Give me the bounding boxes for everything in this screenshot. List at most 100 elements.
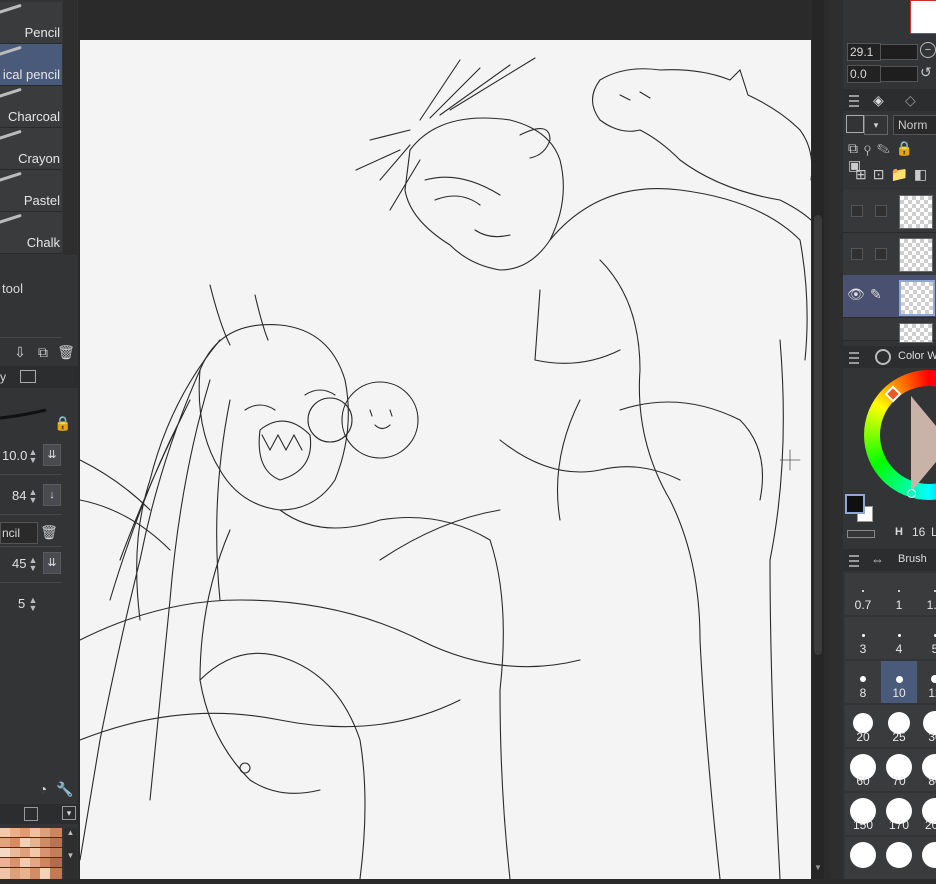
brush-size-cell[interactable] <box>845 837 881 879</box>
duplicate-icon[interactable]: ⧉ <box>34 343 52 361</box>
brush-size-cell[interactable]: 60 <box>845 749 881 791</box>
tool-property-tab[interactable]: y <box>0 370 6 384</box>
pen-icon[interactable]: ✎ <box>870 286 882 303</box>
navigator-preview[interactable] <box>910 0 936 34</box>
brush-item[interactable]: Crayon <box>0 128 62 170</box>
brush-size-cell[interactable] <box>881 837 917 879</box>
brush-size-cell[interactable]: 1 <box>881 573 917 615</box>
color-set-scrollbar[interactable]: ▲ ▼ <box>64 828 77 879</box>
brush-tip-field[interactable]: ncil <box>0 522 38 544</box>
brush-size-dot <box>850 842 876 868</box>
density-value[interactable]: 45 <box>12 556 26 571</box>
opacity-spinner[interactable]: ▲▼ <box>28 488 38 504</box>
new-folder-icon[interactable]: 📁 <box>890 166 913 182</box>
brush-size-value[interactable]: 10.0 <box>2 448 27 463</box>
draft-icon[interactable]: ✎ <box>877 140 896 156</box>
delete-icon[interactable]: 🗑 <box>57 343 75 361</box>
new-vector-layer-icon[interactable]: ⊡ <box>873 166 891 182</box>
layer-mode-dropdown-icon[interactable]: ▾ <box>864 115 888 135</box>
rotation-field[interactable]: 0.0 <box>847 65 881 83</box>
brush-size-cell[interactable] <box>917 837 936 879</box>
brush-size-cell[interactable]: 3 <box>845 617 881 659</box>
visibility-toggle[interactable] <box>851 205 863 217</box>
transparent-swatch[interactable] <box>847 530 875 538</box>
brush-size-cell[interactable]: 25 <box>881 705 917 747</box>
brush-size-cell[interactable]: 0.7 <box>845 573 881 615</box>
rotation-slider[interactable] <box>880 66 918 82</box>
brush-size-cell[interactable]: 5 <box>917 617 936 659</box>
panel-menu-icon[interactable] <box>849 95 859 107</box>
canvas-scroll-thumb[interactable] <box>814 215 822 655</box>
brush-size-cell[interactable]: 1.5 <box>917 573 936 615</box>
brush-size-cell[interactable]: 12 <box>917 661 936 703</box>
opacity-value[interactable]: 84 <box>12 488 26 503</box>
zoom-slider[interactable] <box>880 44 918 60</box>
zoom-out-icon[interactable]: − <box>920 42 936 58</box>
panel-menu-icon[interactable] <box>849 352 859 364</box>
brush-item[interactable]: Pencil <box>0 2 62 44</box>
zoom-field[interactable]: 29.1 <box>847 43 881 61</box>
color-set-tab-icon[interactable] <box>24 807 38 821</box>
panel-splitter[interactable] <box>830 0 843 879</box>
brush-list-scrollbar[interactable] <box>63 0 77 255</box>
layers-tab-icon[interactable]: ◈ <box>873 92 884 109</box>
chevron-down-icon[interactable]: ▾ <box>62 806 76 820</box>
brush-size-cell[interactable]: 8 <box>845 661 881 703</box>
timer-icon[interactable]: ◔ <box>34 780 52 798</box>
layer-row[interactable] <box>843 190 936 233</box>
wrench-icon[interactable]: 🔧 <box>56 780 74 798</box>
new-raster-layer-icon[interactable]: ⊞ <box>855 166 873 182</box>
layer-property-tab-icon[interactable]: ◇ <box>905 92 916 109</box>
reference-icon[interactable]: ⚲ <box>864 140 877 156</box>
layer-row-selected[interactable]: 👁 ✎ <box>843 275 936 318</box>
layer-thumbnail <box>899 323 933 343</box>
brush-size-cell[interactable]: 4 <box>881 617 917 659</box>
brush-size-cell[interactable]: 20 <box>845 705 881 747</box>
layer-mask-icon[interactable]: ◧ <box>914 166 933 182</box>
brush-item[interactable]: Pastel <box>0 170 62 212</box>
color-wheel-tab-icon[interactable] <box>875 349 891 365</box>
panel-menu-icon[interactable] <box>849 555 859 567</box>
panel-tab-icon[interactable] <box>20 370 36 383</box>
brush-size-cell[interactable]: 10 <box>881 661 917 703</box>
brush-size-dot <box>886 842 912 868</box>
lock-layer-icon[interactable]: 🔒 <box>896 140 919 156</box>
trash-icon[interactable]: 🗑 <box>40 523 58 541</box>
edit-lock-toggle[interactable] <box>875 248 887 260</box>
color-wheel[interactable]: H 16 L <box>843 368 936 548</box>
color-swatch-grid[interactable] <box>0 828 62 879</box>
drawing-canvas[interactable] <box>80 40 811 879</box>
stabilization-spinner[interactable]: ▲▼ <box>28 596 38 612</box>
brush-size-pressure-button[interactable]: ⇊ <box>43 444 61 466</box>
saturation-cursor[interactable] <box>907 489 916 498</box>
density-pressure-button[interactable]: ⇊ <box>43 552 61 574</box>
rotate-reset-icon[interactable]: ↺ <box>920 64 936 80</box>
lock-icon[interactable]: 🔒 <box>54 414 72 432</box>
brush-size-tab-icon[interactable]: ⇔ <box>871 552 884 567</box>
scroll-down-arrow[interactable]: ▼ <box>812 863 824 875</box>
stabilization-value[interactable]: 5 <box>18 596 25 611</box>
layer-row[interactable] <box>843 233 936 276</box>
import-icon[interactable]: ⇩ <box>11 343 29 361</box>
brush-size-spinner[interactable]: ▲▼ <box>28 448 38 464</box>
brush-item[interactable]: ical pencil <box>0 44 62 86</box>
eye-icon[interactable]: 👁 <box>847 286 865 303</box>
blend-mode-select[interactable]: Norm <box>893 115 936 135</box>
layer-row[interactable] <box>843 318 936 341</box>
brush-size-cell[interactable]: 170 <box>881 793 917 835</box>
layer-color-icon[interactable] <box>846 115 864 133</box>
density-spinner[interactable]: ▲▼ <box>28 556 38 572</box>
brush-size-cell[interactable]: 80 <box>917 749 936 791</box>
brush-item[interactable]: Charcoal <box>0 86 62 128</box>
clipping-icon[interactable]: ⧉ <box>848 140 864 156</box>
brush-size-cell[interactable]: 30 <box>917 705 936 747</box>
saturation-triangle[interactable] <box>911 396 936 492</box>
brush-item[interactable]: Chalk <box>0 212 62 254</box>
main-color-swatch[interactable] <box>845 494 865 514</box>
edit-lock-toggle[interactable] <box>875 205 887 217</box>
brush-size-cell[interactable]: 150 <box>845 793 881 835</box>
brush-size-cell[interactable]: 70 <box>881 749 917 791</box>
visibility-toggle[interactable] <box>851 248 863 260</box>
brush-size-cell[interactable]: 200 <box>917 793 936 835</box>
opacity-pressure-button[interactable]: ↓ <box>43 484 61 506</box>
